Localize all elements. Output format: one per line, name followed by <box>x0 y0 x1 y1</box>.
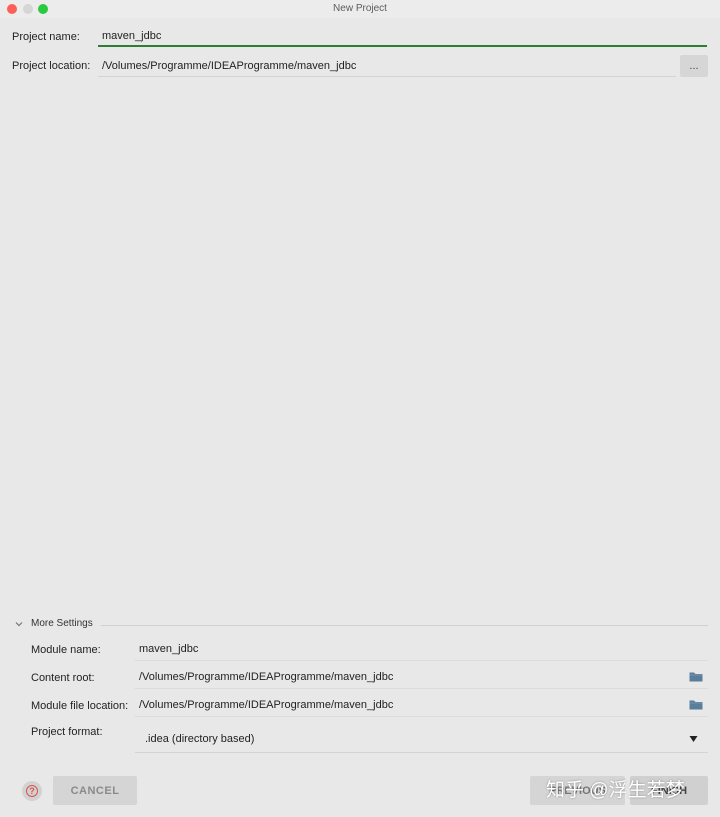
browse-location-button[interactable]: ... <box>680 55 708 77</box>
triangle-down-icon <box>689 736 698 742</box>
content-root-folder-icon[interactable] <box>689 671 703 682</box>
more-settings-title: More Settings <box>31 618 93 629</box>
content-root-input[interactable]: /Volumes/Programme/IDEAProgramme/maven_j… <box>139 671 393 683</box>
help-icon: ? <box>26 785 38 797</box>
project-location-input[interactable] <box>98 55 676 77</box>
finish-button[interactable]: FINISH <box>630 776 708 805</box>
content-root-underline <box>135 688 708 689</box>
module-name-input[interactable]: maven_jdbc <box>139 643 198 655</box>
window-title: New Project <box>333 3 387 14</box>
module-name-underline <box>135 660 708 661</box>
module-file-location-label: Module file location: <box>31 700 129 712</box>
cancel-button[interactable]: CANCEL <box>53 776 137 805</box>
module-name-label: Module name: <box>31 644 101 656</box>
project-location-label: Project location: <box>12 60 91 72</box>
section-divider <box>101 625 708 626</box>
chevron-down-icon <box>15 622 23 627</box>
project-format-label: Project format: <box>31 726 103 738</box>
module-file-folder-icon[interactable] <box>689 699 703 710</box>
module-file-location-underline <box>135 716 708 717</box>
project-name-input[interactable] <box>98 27 707 47</box>
content-root-label: Content root: <box>31 672 95 684</box>
previous-button[interactable]: PREVIOUS <box>530 776 625 805</box>
project-format-value: .idea (directory based) <box>145 733 255 745</box>
project-format-select[interactable]: .idea (directory based) <box>135 726 708 753</box>
title-bar: New Project <box>0 0 720 18</box>
project-name-label: Project name: <box>12 31 80 43</box>
help-button[interactable]: ? <box>22 781 42 801</box>
more-settings-toggle[interactable]: More Settings <box>13 617 708 631</box>
module-file-location-input[interactable]: /Volumes/Programme/IDEAProgramme/maven_j… <box>139 699 393 711</box>
